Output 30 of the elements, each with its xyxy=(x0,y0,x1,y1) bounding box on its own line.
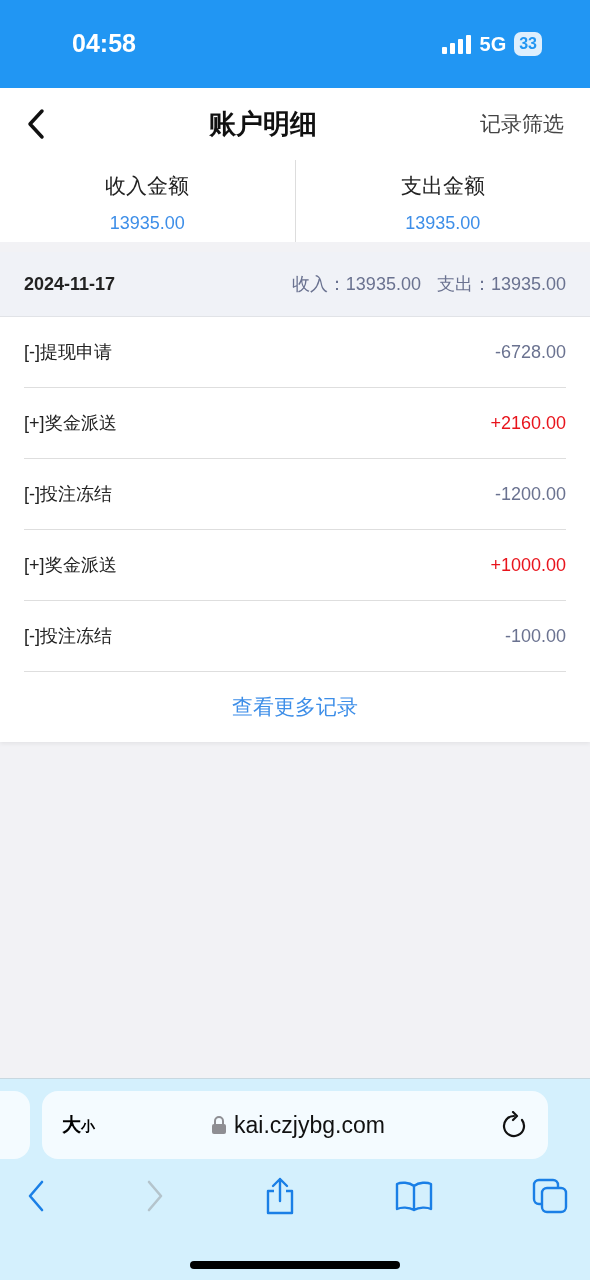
book-icon[interactable] xyxy=(393,1178,435,1214)
battery-level: 33 xyxy=(514,32,542,56)
page-title: 账户明细 xyxy=(209,107,317,141)
record-label: [-]投注冻结 xyxy=(24,624,112,648)
text-size-button[interactable]: 大小 xyxy=(62,1110,95,1140)
tabs-icon[interactable] xyxy=(530,1176,570,1216)
record-label: [-]投注冻结 xyxy=(24,482,112,506)
record-amount: -100.00 xyxy=(504,624,566,648)
lock-icon xyxy=(212,1116,227,1134)
income-total: 收入：13935.00 xyxy=(291,272,421,296)
summary-amount: 13935.00 xyxy=(108,211,186,235)
network-label: 5G xyxy=(479,32,507,57)
record-amount: +1000.00 xyxy=(490,553,566,577)
record-amount: -6728.00 xyxy=(494,340,566,364)
clock-time: 04:58 xyxy=(72,28,136,60)
date-label: 2024-11-17 xyxy=(24,272,116,296)
reload-icon[interactable] xyxy=(502,1111,528,1139)
expense-total: 支出：13935.00 xyxy=(436,272,566,296)
record-amount: +2160.00 xyxy=(490,411,566,435)
record-label: [+]奖金派送 xyxy=(24,411,117,435)
record-label: [-]提现申请 xyxy=(24,340,112,364)
signal-icon xyxy=(441,34,472,54)
filter-link[interactable]: 记录筛选 xyxy=(478,106,566,142)
summary-label: 支出金额 xyxy=(399,173,486,199)
summary-amount: 13935.00 xyxy=(404,211,482,235)
record-label: [+]奖金派送 xyxy=(24,553,117,577)
url-text: kai.czjybg.com xyxy=(234,1110,385,1140)
record-amount: -1200.00 xyxy=(494,482,566,506)
summary-label: 收入金额 xyxy=(104,173,191,199)
address-bar[interactable]: 大小 kai.czjybg.com xyxy=(42,1091,548,1159)
